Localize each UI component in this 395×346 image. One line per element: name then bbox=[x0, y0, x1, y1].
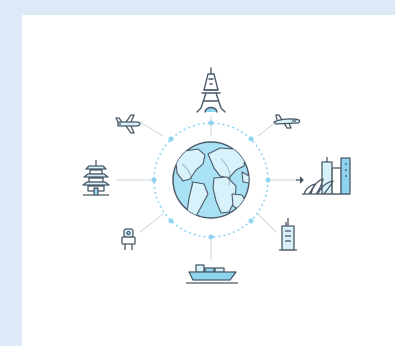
tourist-icon bbox=[121, 228, 136, 250]
airplane-right-icon bbox=[273, 114, 301, 129]
city-opera-house-icon bbox=[296, 157, 351, 195]
pagoda-icon bbox=[82, 160, 110, 196]
cargo-ship-icon bbox=[186, 264, 238, 284]
airplane-left-icon bbox=[115, 114, 141, 134]
page-frame bbox=[0, 0, 395, 346]
globe-icon bbox=[172, 141, 250, 219]
travel-illustration bbox=[82, 67, 351, 284]
eiffel-tower-icon bbox=[196, 67, 226, 113]
office-tower-icon bbox=[279, 218, 297, 251]
